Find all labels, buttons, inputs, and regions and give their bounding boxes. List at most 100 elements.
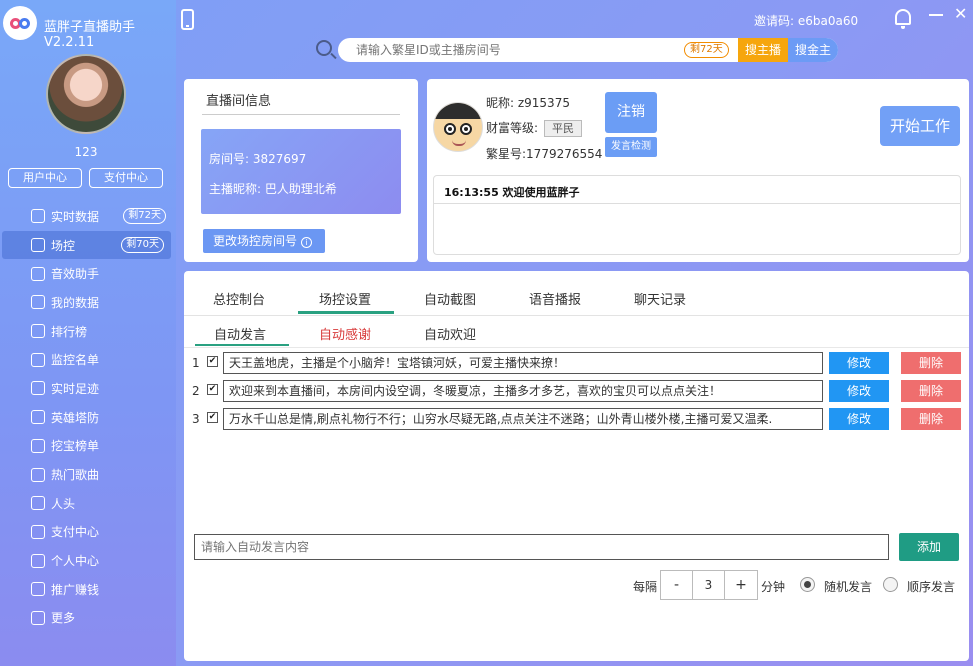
edit-button[interactable]: 修改 — [829, 408, 889, 430]
message-text-field[interactable]: 欢迎来到本直播间，本房间内设空调，冬暖夏凉，主播多才多艺，喜欢的宝贝可以点点关注… — [223, 380, 823, 402]
minimize-icon[interactable] — [929, 14, 943, 16]
user-nickname: 昵称: z915375 — [486, 96, 570, 110]
change-room-label: 更改场控房间号 — [213, 234, 298, 248]
active-subtab-indicator — [195, 344, 289, 346]
sidebar-item-label: 推广赚钱 — [51, 582, 100, 597]
new-message-input[interactable] — [194, 534, 889, 560]
sidebar-item-label: 挖宝榜单 — [51, 439, 100, 454]
edit-button[interactable]: 修改 — [829, 380, 889, 402]
music-note-icon — [31, 467, 45, 482]
message-text-field[interactable]: 天王盖地虎，主播是个小脑斧！宝塔镇河妖，可爱主播快来撩！ — [223, 352, 823, 374]
sidebar-item[interactable]: 支付中心 — [0, 518, 176, 547]
row-checkbox[interactable]: ✔ — [207, 412, 218, 423]
message-text-field[interactable]: 万水千山总是情,刷点礼物行不行；山穷水尽疑无路,点点关注不迷路；山外青山楼外楼,… — [223, 408, 823, 430]
eye-icon — [460, 123, 472, 135]
sidebar-item-label: 热门歌曲 — [51, 468, 100, 483]
search-bar: 剩72天 搜主播 搜金主 — [338, 38, 838, 62]
user-center-button[interactable]: 用户中心 — [8, 168, 82, 188]
edit-button[interactable]: 修改 — [829, 352, 889, 374]
sidebar-item-label: 更多 — [51, 611, 76, 626]
speech-check-button[interactable]: 发言检测 — [605, 137, 657, 157]
wealth-label: 财富等级: — [486, 121, 539, 135]
random-speak-radio[interactable] — [800, 577, 815, 592]
sequential-speak-radio[interactable] — [883, 577, 898, 592]
sidebar-item[interactable]: 实时足迹 — [0, 374, 176, 403]
user-avatar[interactable] — [46, 54, 126, 134]
interval-value[interactable]: 3 — [693, 571, 725, 599]
search-gold-button[interactable]: 搜金主 — [788, 38, 838, 62]
tab-chat-history[interactable]: 聊天记录 — [634, 289, 686, 308]
footprint-icon — [31, 381, 45, 396]
sidebar-item-label: 实时数据 — [51, 209, 100, 224]
app-logo-icon — [3, 6, 37, 40]
search-host-button[interactable]: 搜主播 — [738, 38, 788, 62]
bell-icon[interactable] — [895, 9, 911, 29]
tab-auto-screenshot[interactable]: 自动截图 — [424, 289, 476, 308]
room-info-panel: 直播间信息 房间号: 3827697 主播昵称: 巴人助理北希 更改场控房间号 i — [184, 79, 418, 262]
sidebar-item[interactable]: 更多 — [0, 604, 176, 633]
sidebar-item[interactable]: 实时数据 剩72天 — [0, 202, 176, 231]
delete-button[interactable]: 删除 — [901, 352, 961, 374]
room-info-title: 直播间信息 — [206, 94, 272, 109]
close-icon[interactable]: ✕ — [954, 6, 968, 22]
row-checkbox[interactable]: ✔ — [207, 384, 218, 395]
tab-voice-broadcast[interactable]: 语音播报 — [529, 289, 581, 308]
sidebar-item[interactable]: 我的数据 — [0, 288, 176, 317]
host-nickname: 主播昵称: 巴人助理北希 — [209, 182, 337, 196]
row-checkbox[interactable]: ✔ — [207, 356, 218, 367]
tab-bar: 总控制台 场控设置 自动截图 语音播报 聊天记录 — [184, 271, 969, 316]
sidebar-item-label: 个人中心 — [51, 554, 100, 569]
eye-icon — [444, 123, 456, 135]
days-left-badge: 剩72天 — [123, 208, 166, 225]
subtab-auto-welcome[interactable]: 自动欢迎 — [424, 324, 476, 343]
pay-center-button[interactable]: 支付中心 — [89, 168, 163, 188]
tab-console[interactable]: 总控制台 — [213, 289, 265, 308]
logout-button[interactable]: 注销 — [605, 92, 657, 133]
gamepad-icon — [31, 238, 45, 253]
sidebar-item[interactable]: 挖宝榜单 — [0, 432, 176, 461]
subtab-auto-thanks[interactable]: 自动感谢 — [319, 324, 371, 343]
sidebar-item[interactable]: 排行榜 — [0, 317, 176, 346]
sidebar-item-label: 实时足迹 — [51, 381, 100, 396]
divider — [184, 315, 969, 316]
sidebar-item[interactable]: 英雄塔防 — [0, 403, 176, 432]
tab-control-settings[interactable]: 场控设置 — [319, 289, 371, 308]
change-room-button[interactable]: 更改场控房间号 i — [203, 229, 325, 253]
delete-button[interactable]: 删除 — [901, 380, 961, 402]
days-left-badge: 剩72天 — [684, 42, 729, 58]
wallet-icon — [31, 524, 45, 539]
sidebar-item[interactable]: 场控 剩70天 — [2, 230, 171, 260]
subtab-auto-speak[interactable]: 自动发言 — [214, 324, 266, 343]
invite-code: 邀请码: e6ba0a60 — [754, 14, 859, 28]
random-speak-label: 随机发言 — [824, 580, 873, 594]
interval-label: 每隔 — [633, 580, 658, 594]
share-icon — [31, 582, 45, 597]
sidebar-item[interactable]: 个人中心 — [0, 546, 176, 575]
gift-icon — [31, 438, 45, 453]
sidebar-item[interactable]: 监控名单 — [0, 345, 176, 374]
decrement-button[interactable]: - — [661, 571, 693, 599]
sidebar-item[interactable]: 人头 — [0, 489, 176, 518]
add-message-button[interactable]: 添加 — [899, 533, 959, 561]
message-row: 1 ✔ 天王盖地虎，主播是个小脑斧！宝塔镇河妖，可爱主播快来撩！ 修改 删除 — [184, 352, 969, 374]
sequential-speak-label: 顺序发言 — [907, 580, 956, 594]
start-work-button[interactable]: 开始工作 — [880, 106, 960, 146]
row-number: 1 — [192, 356, 200, 370]
message-row: 2 ✔ 欢迎来到本直播间，本房间内设空调，冬暖夏凉，主播多才多艺，喜欢的宝贝可以点点… — [184, 380, 969, 402]
divider — [202, 114, 400, 115]
phone-icon[interactable] — [181, 9, 194, 30]
sidebar-item[interactable]: 热门歌曲 — [0, 460, 176, 489]
delete-button[interactable]: 删除 — [901, 408, 961, 430]
sidebar: 蓝胖子直播助手V2.2.11 123 用户中心 支付中心 实时数据 剩72天 场控 剩… — [0, 0, 176, 666]
search-input[interactable] — [356, 38, 676, 62]
sidebar-item-label: 人头 — [51, 496, 76, 511]
sound-effect-icon — [31, 266, 45, 281]
main-panel: 总控制台 场控设置 自动截图 语音播报 聊天记录 自动发言 自动感谢 自动欢迎 … — [184, 271, 969, 661]
increment-button[interactable]: + — [725, 571, 757, 599]
fanxing-number: 繁星号:1779276554 — [486, 147, 603, 161]
info-icon: i — [301, 237, 313, 248]
sidebar-item[interactable]: 推广赚钱 — [0, 575, 176, 604]
interval-stepper: - 3 + — [660, 570, 758, 600]
wealth-level: 财富等级: 平民 — [486, 119, 583, 137]
sidebar-item[interactable]: 音效助手 — [0, 259, 176, 288]
